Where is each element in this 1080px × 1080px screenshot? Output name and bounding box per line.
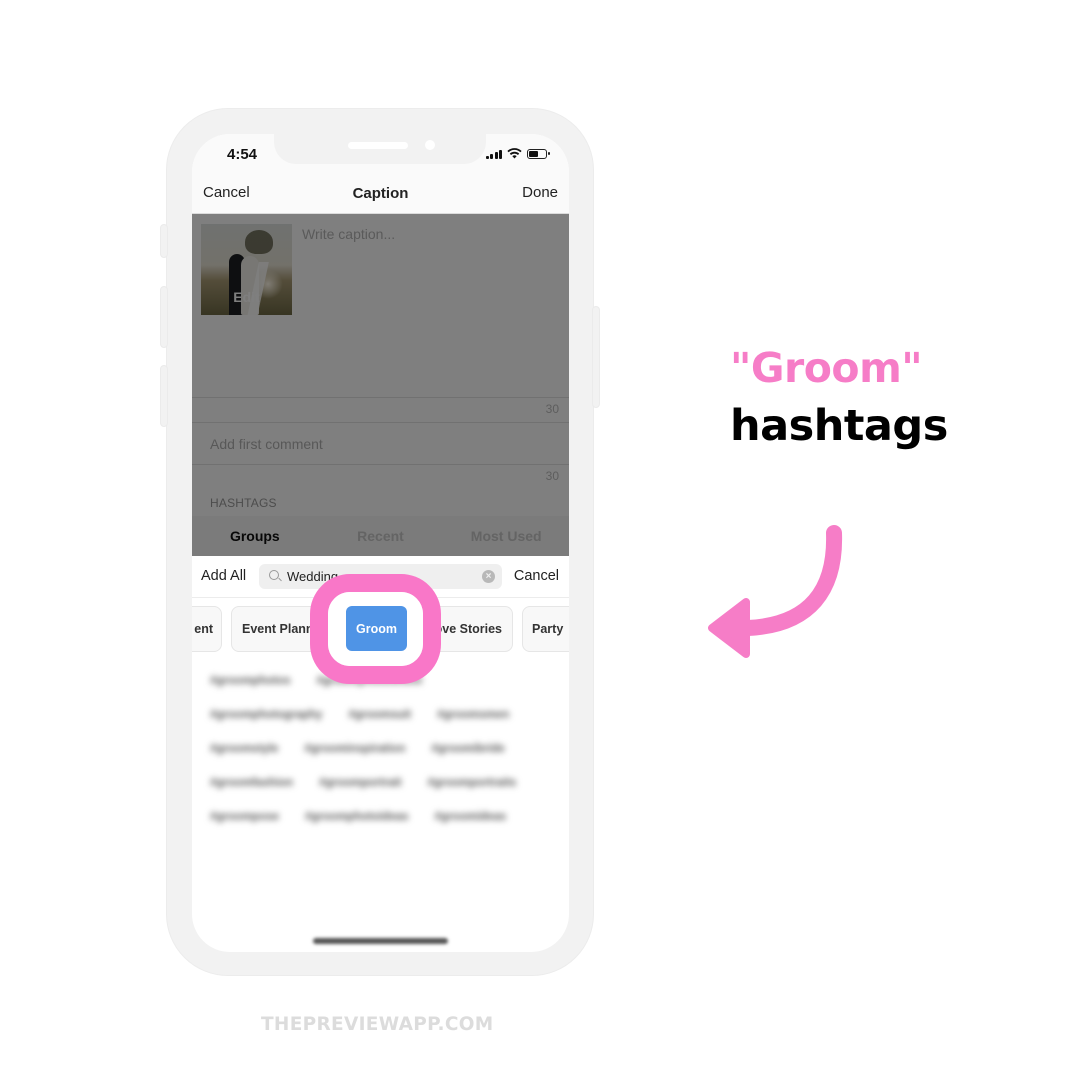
- status-time: 4:54: [227, 146, 258, 163]
- hashtag-row: #groompose #groomphotoideas #groomideas: [192, 800, 569, 834]
- clear-search-icon[interactable]: ×: [482, 570, 495, 583]
- hashtag-row: #groomphotography #groomsuit #groomsmen: [192, 698, 569, 732]
- headline-rest: hashtags: [730, 401, 948, 451]
- hashtag-item[interactable]: #groomfashion: [210, 777, 293, 789]
- hashtag-item[interactable]: #groomphotography: [210, 709, 322, 721]
- speaker-icon: [348, 142, 408, 149]
- power-button: [592, 306, 600, 408]
- groom-chip-highlighted[interactable]: Groom: [346, 606, 407, 651]
- done-button[interactable]: Done: [522, 184, 558, 201]
- dim-overlay: [192, 214, 569, 556]
- hashtag-item[interactable]: #groomideas: [435, 811, 507, 823]
- brand-watermark: THEPREVIEWAPP.COM: [261, 1014, 494, 1035]
- group-chip[interactable]: ent: [192, 606, 222, 652]
- hashtag-list: #groomphotos #groomphotoshoot #groomphotog…: [192, 664, 569, 834]
- hashtag-item[interactable]: #groomportraits: [427, 777, 516, 789]
- hashtag-item[interactable]: #groompose: [210, 811, 279, 823]
- hashtag-item[interactable]: #groominspiration: [304, 743, 405, 755]
- mute-switch: [160, 224, 168, 258]
- hashtag-item[interactable]: #groomsuit: [348, 709, 411, 721]
- search-cancel-button[interactable]: Cancel: [514, 568, 559, 584]
- home-indicator[interactable]: [313, 938, 448, 944]
- notch: [274, 134, 486, 164]
- hashtag-item[interactable]: #groomphotos: [210, 675, 291, 687]
- headline-highlight: "Groom": [730, 344, 923, 392]
- hashtag-item[interactable]: #groomibride: [431, 743, 504, 755]
- camera-icon: [425, 140, 435, 150]
- volume-down-button: [160, 365, 168, 427]
- hashtag-item[interactable]: #groomstyle: [210, 743, 278, 755]
- group-chip-label: ent: [194, 622, 213, 636]
- group-chip-label: Party: [532, 622, 564, 636]
- wifi-icon: [507, 148, 522, 159]
- hashtag-item[interactable]: #groomsmen: [437, 709, 509, 721]
- hashtag-item[interactable]: #groomportrait: [319, 777, 401, 789]
- group-chip[interactable]: Party: [522, 606, 569, 652]
- cellular-signal-icon: [485, 149, 502, 159]
- volume-up-button: [160, 286, 168, 348]
- battery-icon: [527, 148, 550, 159]
- add-all-button[interactable]: Add All: [201, 568, 246, 584]
- curved-arrow-icon: [708, 525, 843, 658]
- annotation-headline: "Groom" hashtags: [730, 340, 948, 456]
- caption-navbar: Cancel Caption Done: [192, 178, 569, 214]
- phone-screen: 4:54 Cancel Caption Done Edit Write capt…: [192, 134, 569, 952]
- hashtag-row: #groomfashion #groomportrait #groomportrai…: [192, 766, 569, 800]
- search-icon: [269, 570, 279, 580]
- page-title: Caption: [352, 185, 409, 202]
- hashtag-row: #groomstyle #groominspiration #groomibride: [192, 732, 569, 766]
- hashtag-item[interactable]: #groomphotoideas: [305, 811, 409, 823]
